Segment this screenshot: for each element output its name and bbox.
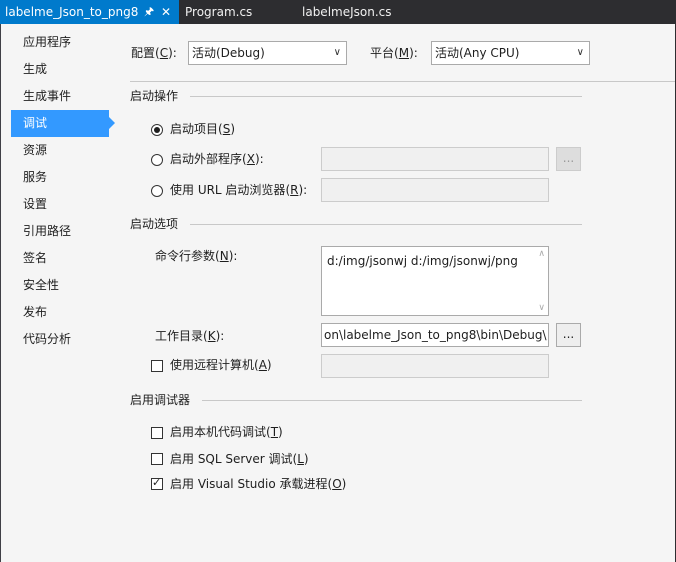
close-icon[interactable]: ✕ <box>161 0 171 24</box>
sql-debugging-checkbox[interactable] <box>151 453 163 465</box>
start-project-label: 启动项目(S) <box>170 122 236 136</box>
start-external-program-radio[interactable] <box>151 154 163 166</box>
remote-machine-field[interactable] <box>321 354 549 378</box>
platform-label: 平台(M): <box>370 46 418 60</box>
start-browser-url-label: 使用 URL 启动浏览器(R): <box>170 183 308 197</box>
external-program-field[interactable] <box>321 147 549 171</box>
command-line-args-input[interactable]: d:/img/jsonwj d:/img/jsonwj/png ∧ ∨ <box>321 246 549 316</box>
section-divider <box>190 224 582 225</box>
tab-label: Program.cs <box>185 5 253 19</box>
browser-url-field[interactable] <box>321 178 549 202</box>
configuration-label: 配置(C): <box>131 46 177 60</box>
sidebar-item-build[interactable]: 生成 <box>11 56 109 83</box>
native-debugging-checkbox[interactable] <box>151 427 163 439</box>
section-divider <box>190 96 582 97</box>
scroll-down-icon[interactable]: ∨ <box>538 303 545 313</box>
start-browser-url-radio[interactable] <box>151 185 163 197</box>
document-tab-bar: labelme_Json_to_png8 🖈 ✕ Program.cs labe… <box>0 0 676 24</box>
working-directory-label: 工作目录(K): <box>155 329 225 343</box>
browse-program-button[interactable]: ... <box>556 147 581 171</box>
scroll-up-icon[interactable]: ∧ <box>538 249 545 259</box>
pin-icon[interactable]: 🖈 <box>144 0 154 24</box>
start-project-radio[interactable] <box>151 124 163 136</box>
configuration-value: 活动(Debug) <box>192 46 265 60</box>
properties-sidebar: 应用程序 生成 生成事件 调试 资源 服务 设置 引用路径 签名 安全性 发布 … <box>1 24 115 562</box>
sidebar-item-settings[interactable]: 设置 <box>11 191 109 218</box>
configuration-select[interactable]: 活动(Debug) ∨ <box>188 41 347 65</box>
sidebar-item-build-events[interactable]: 生成事件 <box>11 83 109 110</box>
platform-value: 活动(Any CPU) <box>435 46 520 60</box>
project-properties-pane: 应用程序 生成 生成事件 调试 资源 服务 设置 引用路径 签名 安全性 发布 … <box>0 24 675 562</box>
start-action-section: 启动操作 <box>130 88 582 104</box>
native-debugging-label: 启用本机代码调试(T) <box>170 425 283 439</box>
sidebar-item-reference-paths[interactable]: 引用路径 <box>11 218 109 245</box>
start-options-section: 启动选项 <box>130 216 582 232</box>
divider <box>130 81 675 82</box>
sidebar-item-security[interactable]: 安全性 <box>11 272 109 299</box>
start-external-program-label: 启动外部程序(X): <box>170 152 264 166</box>
command-line-args-value: d:/img/jsonwj d:/img/jsonwj/png <box>327 254 518 268</box>
section-title: 启动操作 <box>130 89 179 103</box>
sidebar-item-application[interactable]: 应用程序 <box>11 29 109 56</box>
tab-labelmejson-cs[interactable]: labelmeJson.cs <box>302 0 392 24</box>
tab-program-cs[interactable]: Program.cs <box>185 0 252 24</box>
tab-label: labelmeJson.cs <box>302 5 392 19</box>
chevron-down-icon: ∨ <box>576 47 584 58</box>
command-line-args-label: 命令行参数(N): <box>155 249 238 263</box>
use-remote-machine-label: 使用远程计算机(A) <box>170 358 272 372</box>
working-directory-value: on\labelme_Json_to_png8\bin\Debug\ <box>324 328 547 342</box>
sidebar-item-resources[interactable]: 资源 <box>11 137 109 164</box>
section-divider <box>202 400 582 401</box>
sidebar-item-debug[interactable]: 调试 <box>11 110 115 137</box>
sidebar-item-signing[interactable]: 签名 <box>11 245 109 272</box>
sql-debugging-label: 启用 SQL Server 调试(L) <box>170 452 309 466</box>
browse-directory-button[interactable]: ... <box>556 323 581 347</box>
sidebar-item-publish[interactable]: 发布 <box>11 299 109 326</box>
platform-select[interactable]: 活动(Any CPU) ∨ <box>431 41 590 65</box>
section-title: 启动选项 <box>130 217 179 231</box>
tab-labelme-project[interactable]: labelme_Json_to_png8 🖈 ✕ <box>0 0 179 24</box>
working-directory-input[interactable]: on\labelme_Json_to_png8\bin\Debug\ <box>321 323 549 347</box>
vs-hosting-process-checkbox[interactable] <box>151 476 163 490</box>
tab-label: labelme_Json_to_png8 <box>5 5 139 19</box>
enable-debuggers-section: 启用调试器 <box>130 392 582 408</box>
vs-hosting-process-label: 启用 Visual Studio 承载进程(O) <box>170 477 347 491</box>
sidebar-item-services[interactable]: 服务 <box>11 164 109 191</box>
section-title: 启用调试器 <box>130 393 191 407</box>
chevron-down-icon: ∨ <box>333 47 341 58</box>
sidebar-item-code-analysis[interactable]: 代码分析 <box>11 326 109 353</box>
use-remote-machine-checkbox[interactable] <box>151 360 163 372</box>
